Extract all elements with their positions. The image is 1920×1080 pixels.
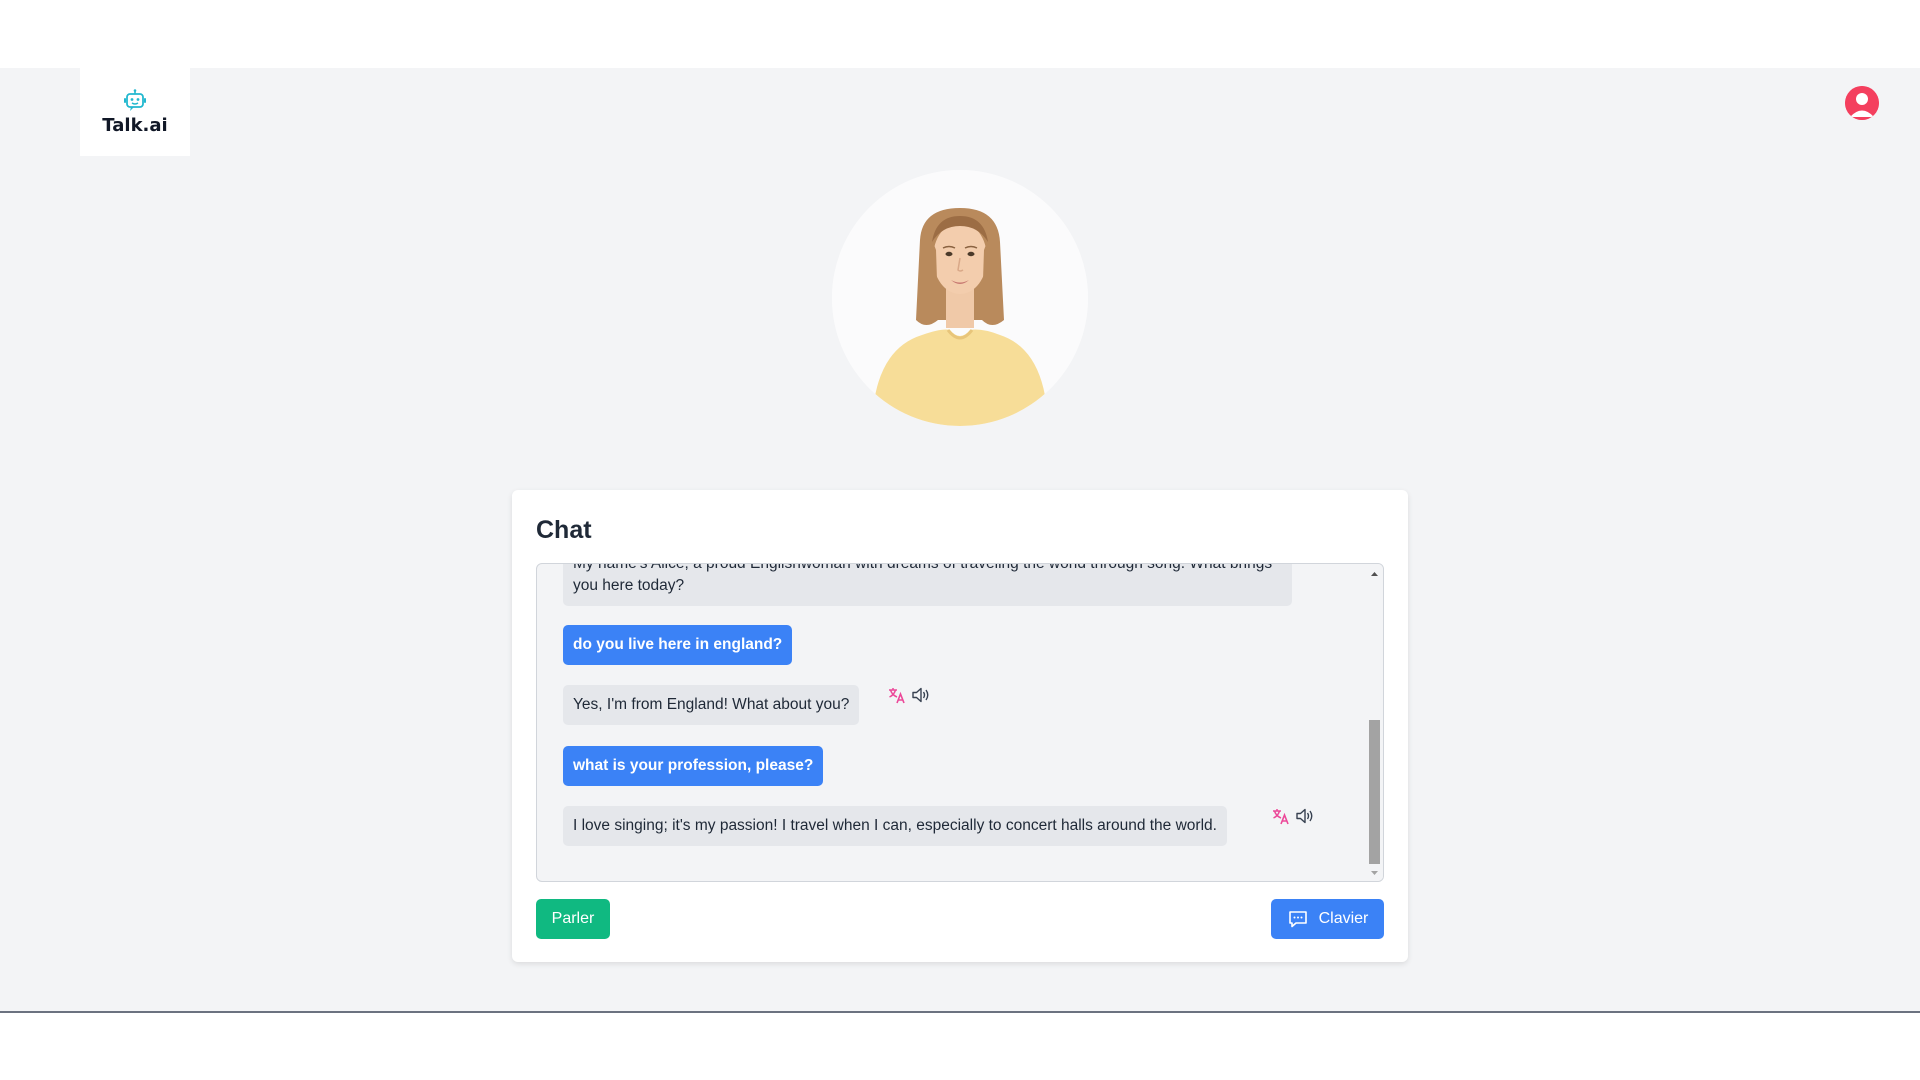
chat-bubble-icon — [1288, 911, 1307, 928]
message-list[interactable]: My name's Alice, a proud Englishwoman wi… — [536, 563, 1384, 882]
robot-icon — [124, 88, 146, 111]
bot-message: I love singing; it's my passion! I trave… — [563, 806, 1227, 846]
bot-message: My name's Alice, a proud Englishwoman wi… — [563, 564, 1292, 606]
keyboard-button-label: Clavier — [1318, 910, 1369, 927]
bot-message: Yes, I'm from England! What about you? — [563, 685, 860, 725]
translate-icon[interactable] — [887, 685, 907, 705]
footer-divider — [0, 1011, 1920, 1013]
user-message: do you live here in england? — [563, 625, 793, 665]
keyboard-button[interactable]: Clavier — [1271, 899, 1384, 939]
brand-logo[interactable]: Talk.ai — [80, 68, 190, 156]
user-avatar-icon[interactable] — [1845, 86, 1879, 120]
chat-title: Chat — [536, 516, 592, 544]
speaker-icon[interactable] — [911, 685, 931, 705]
scroll-up-icon[interactable] — [1370, 569, 1379, 579]
speak-button[interactable]: Parler — [536, 899, 610, 939]
user-message: what is your profession, please? — [563, 746, 824, 786]
character-portrait — [832, 170, 1088, 426]
message-actions — [1271, 806, 1315, 826]
message-actions — [887, 685, 931, 705]
scroll-thumb[interactable] — [1369, 720, 1380, 864]
scroll-down-icon[interactable] — [1370, 868, 1379, 878]
message-scrollbar[interactable] — [1366, 564, 1383, 881]
translate-icon[interactable] — [1271, 806, 1291, 826]
chat-panel: Chat My name's Alice, a proud Englishwom… — [512, 490, 1408, 962]
brand-name: Talk.ai — [102, 114, 168, 136]
speaker-icon[interactable] — [1295, 806, 1315, 826]
